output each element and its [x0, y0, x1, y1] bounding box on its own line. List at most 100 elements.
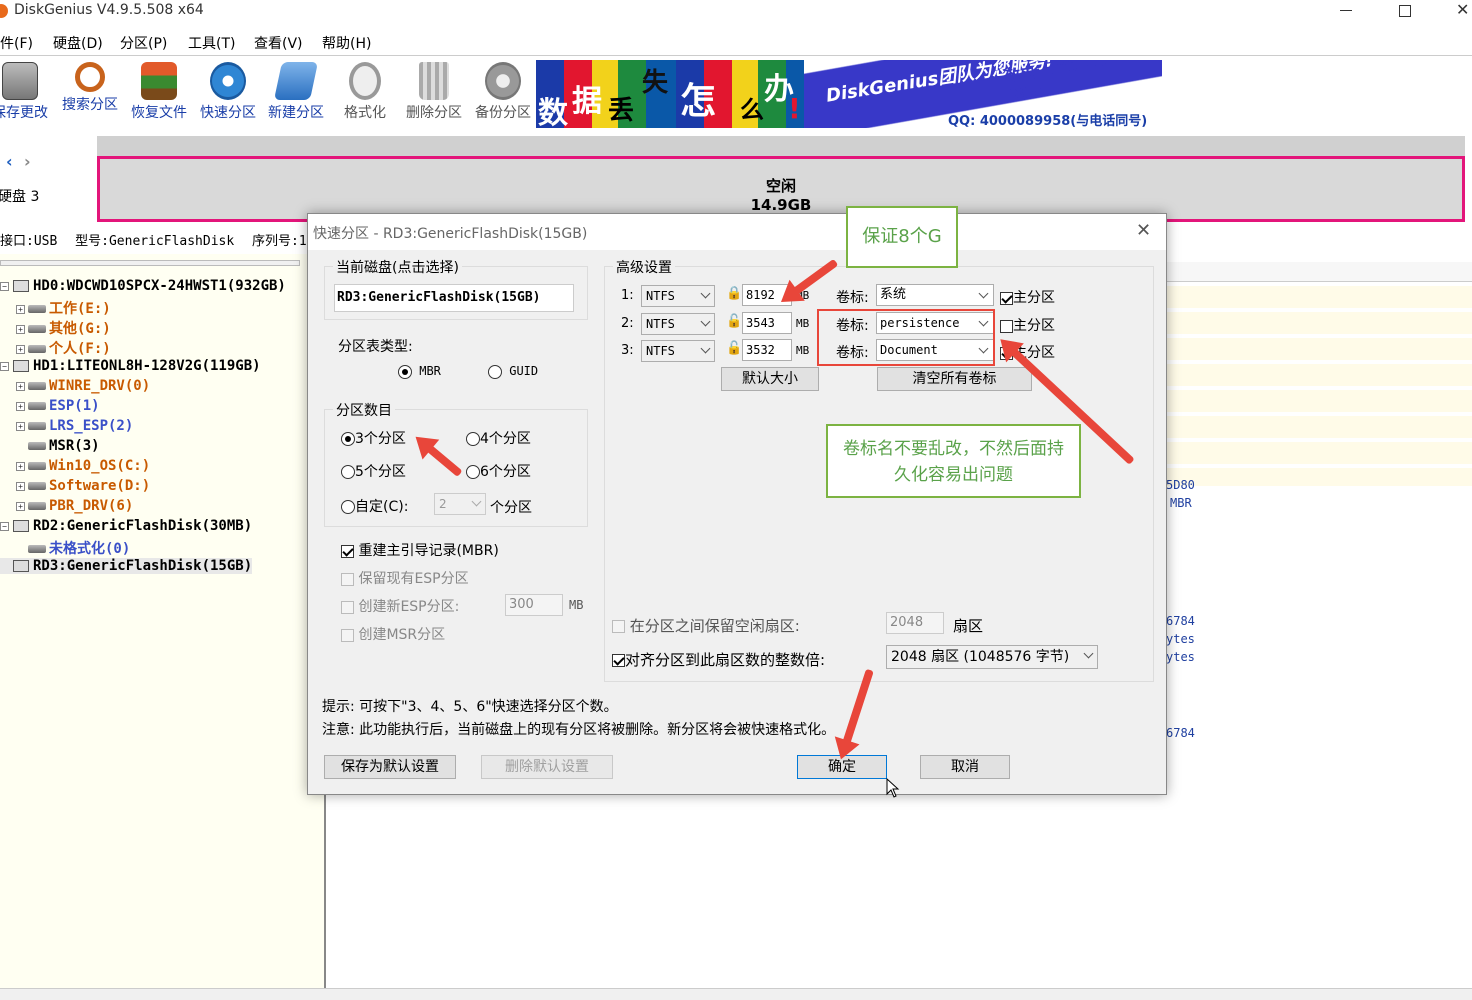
new-partition-button[interactable]: 新建分区	[262, 62, 330, 122]
delete-partition-button[interactable]: 删除分区	[400, 62, 468, 122]
menu-file[interactable]: 文件(F)	[0, 33, 33, 53]
ad-char: 失	[642, 68, 669, 98]
count-5-radio[interactable]: 5个分区	[341, 461, 406, 481]
recover-icon	[141, 62, 177, 100]
format-button[interactable]: 格式化	[331, 62, 399, 122]
search-partition-button[interactable]: 搜索分区	[56, 62, 124, 114]
tree-partition[interactable]: + Win10_OS(C:)	[16, 458, 150, 474]
highlight-box	[817, 309, 995, 366]
count-4-radio[interactable]: 4个分区	[466, 428, 531, 448]
disk-label: 硬盘 3	[0, 189, 40, 205]
info-fragment: ytes	[1166, 650, 1195, 664]
ad-char: 数	[538, 96, 568, 128]
quick-partition-button[interactable]: 快速分区	[194, 62, 262, 122]
fs-select-2[interactable]: NTFS	[641, 313, 715, 335]
tree-partition[interactable]: +MSR(3)	[16, 438, 100, 454]
minimize-button[interactable]	[1340, 10, 1352, 11]
count-custom-radio[interactable]: 自定(C):	[341, 496, 408, 516]
menu-disk[interactable]: 硬盘(D)	[53, 33, 103, 53]
menu-divider	[0, 55, 1472, 56]
dialog-close-icon[interactable]: ✕	[1136, 220, 1151, 241]
esp-unit: MB	[569, 598, 584, 612]
count-3-radio[interactable]: 3个分区	[341, 428, 406, 448]
tree-partition[interactable]: + LRS_ESP(2)	[16, 418, 133, 434]
info-fragment: 6784	[1166, 726, 1195, 740]
tree-partition[interactable]: +未格式化(0)	[16, 538, 130, 558]
title-bar: DiskGenius V4.9.5.508 x64 ✕	[0, 0, 1472, 24]
tree-disk-hd0[interactable]: − HD0:WDCWD10SPCX-24HWST1(932GB)	[0, 278, 286, 294]
align-checkbox[interactable]: 对齐分区到此扇区数的整数倍:	[612, 649, 825, 670]
close-window-button[interactable]: ✕	[1456, 0, 1469, 19]
size-input-3[interactable]: 3532	[742, 339, 792, 361]
unlock-icon[interactable]: 🔓	[726, 341, 742, 356]
reserve-sectors-checkbox[interactable]: 在分区之间保留空闲扇区:	[612, 615, 800, 636]
free-size: 14.9GB	[750, 196, 812, 214]
delete-default-button[interactable]: 删除默认设置	[481, 755, 613, 779]
disk-nav-back-icon[interactable]: ‹	[6, 152, 13, 171]
save-icon	[2, 62, 38, 100]
tree-partition[interactable]: + 个人(F:)	[16, 338, 111, 358]
quick-partition-dialog: 快速分区 - RD3:GenericFlashDisk(15GB) ✕ 当前磁盘…	[307, 213, 1167, 795]
rebuild-mbr-checkbox[interactable]: 重建主引导记录(MBR)	[341, 540, 499, 560]
fs-select-1[interactable]: NTFS	[641, 285, 715, 307]
custom-count-select[interactable]: 2	[434, 493, 486, 515]
tree-partition[interactable]: + ESP(1)	[16, 398, 100, 414]
tree-partition[interactable]: + 其他(G:)	[16, 318, 111, 338]
ad-char: !	[788, 92, 801, 125]
volume-label-1[interactable]: 系统	[876, 284, 994, 306]
ad-char: 丢	[608, 96, 635, 126]
primary-checkbox-1[interactable]: 主分区	[1000, 287, 1055, 307]
pt-mbr-radio[interactable]: MBR	[398, 364, 441, 379]
backup-partition-button[interactable]: 备份分区	[469, 62, 537, 122]
menu-view[interactable]: 查看(V)	[254, 33, 303, 53]
current-disk-selector[interactable]: RD3:GenericFlashDisk(15GB)	[334, 284, 574, 312]
reserve-sectors-input[interactable]: 2048	[886, 612, 944, 634]
tree-partition[interactable]: + 工作(E:)	[16, 298, 111, 318]
disk-nav-forward-icon[interactable]: ›	[24, 152, 31, 171]
menu-bar: 文件(F) 硬盘(D) 分区(P) 工具(T) 查看(V) 帮助(H)	[0, 30, 1472, 54]
annotation-note-8gb: 保证8个G	[846, 206, 958, 268]
serial-text: 序列号:1	[252, 234, 307, 249]
maximize-button[interactable]	[1399, 5, 1411, 17]
disk-bar-top	[97, 136, 1465, 156]
pt-guid-radio[interactable]: GUID	[488, 364, 538, 379]
tree-disk-hd1[interactable]: − HD1:LITEONL8H-128V2G(119GB)	[0, 358, 261, 374]
dialog-title-bar: 快速分区 - RD3:GenericFlashDisk(15GB) ✕	[308, 214, 1166, 250]
tree-partition[interactable]: + Software(D:)	[16, 478, 150, 494]
recover-files-button[interactable]: 恢复文件	[125, 62, 193, 122]
unlock-icon[interactable]: 🔓	[726, 314, 742, 329]
tree-partition[interactable]: + PBR_DRV(6)	[16, 498, 133, 514]
size-unit: MB	[796, 317, 810, 330]
info-fragment: 5D80	[1166, 478, 1195, 492]
default-size-button[interactable]: 默认大小	[721, 367, 819, 391]
keep-esp-checkbox[interactable]: 保留现有ESP分区	[341, 568, 469, 588]
tree-disk-rd2[interactable]: − RD2:GenericFlashDisk(30MB)	[0, 518, 252, 534]
status-bar	[0, 988, 1472, 1000]
tree-disk-rd3[interactable]: +RD3:GenericFlashDisk(15GB)	[0, 558, 253, 574]
create-msr-checkbox[interactable]: 创建MSR分区	[341, 624, 445, 644]
fs-select-3[interactable]: NTFS	[641, 340, 715, 362]
clear-labels-button[interactable]: 清空所有卷标	[877, 367, 1032, 391]
save-default-button[interactable]: 保存为默认设置	[324, 755, 456, 779]
reserve-unit: 扇区	[953, 617, 984, 635]
lock-icon[interactable]: 🔒	[726, 286, 742, 301]
menu-partition[interactable]: 分区(P)	[120, 33, 167, 53]
quick-partition-icon	[210, 62, 246, 100]
esp-size-input[interactable]: 300	[505, 594, 563, 616]
save-changes-button[interactable]: 保存更改	[0, 62, 54, 122]
menu-tools[interactable]: 工具(T)	[188, 33, 235, 53]
cancel-button[interactable]: 取消	[920, 755, 1010, 779]
new-esp-checkbox[interactable]: 创建新ESP分区:	[341, 596, 459, 616]
count-6-radio[interactable]: 6个分区	[466, 461, 531, 481]
row-index: 2:	[621, 316, 634, 331]
menu-help[interactable]: 帮助(H)	[322, 33, 371, 53]
ad-banner[interactable]: 数 据 丢 失 怎 么 办 ! DiskGenius团队为您服务! 致电: 40…	[536, 60, 1162, 128]
ad-char: 据	[572, 84, 602, 119]
trash-icon	[419, 62, 449, 100]
size-input-2[interactable]: 3543	[742, 312, 792, 334]
tree-partition[interactable]: + WINRE_DRV(0)	[16, 378, 150, 394]
backup-icon	[485, 62, 521, 100]
align-select[interactable]: 2048 扇区 (1048576 字节)	[886, 645, 1098, 669]
ad-char: 怎	[680, 81, 717, 122]
row-index: 3:	[621, 343, 634, 358]
